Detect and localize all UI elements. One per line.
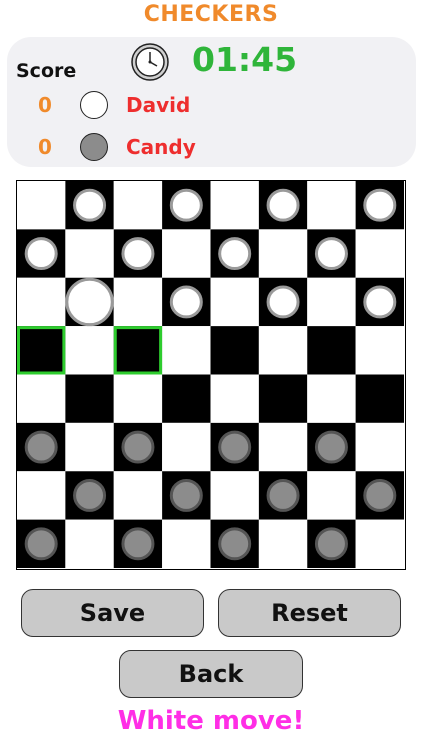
board-square[interactable]	[113, 471, 163, 520]
player-1-piece-icon	[80, 91, 108, 119]
board-square[interactable]	[210, 326, 259, 375]
score-label: Score	[16, 60, 77, 82]
player-2-score: 0	[38, 135, 52, 159]
board-square[interactable]	[113, 374, 163, 423]
board-square[interactable]	[355, 374, 404, 423]
board-square[interactable]	[210, 471, 259, 520]
white-piece[interactable]	[363, 285, 397, 319]
gray-piece[interactable]	[73, 478, 107, 512]
white-piece[interactable]	[266, 285, 300, 319]
selected-piece[interactable]	[65, 277, 114, 327]
white-piece[interactable]	[24, 237, 58, 271]
board-square[interactable]	[307, 326, 356, 375]
player-1-name: David	[126, 93, 191, 117]
board-square[interactable]	[162, 422, 211, 472]
reset-button[interactable]: Reset	[218, 589, 401, 637]
board-square[interactable]	[210, 181, 259, 230]
white-piece[interactable]	[266, 188, 300, 222]
gray-piece[interactable]	[266, 478, 300, 512]
board-square[interactable]	[17, 277, 66, 327]
gray-piece[interactable]	[121, 527, 155, 561]
board-square[interactable]	[162, 229, 211, 278]
gray-piece[interactable]	[363, 478, 397, 512]
white-piece[interactable]	[73, 188, 107, 222]
back-button[interactable]: Back	[119, 650, 303, 698]
board-square[interactable]	[113, 277, 163, 327]
gray-piece[interactable]	[314, 527, 348, 561]
white-piece[interactable]	[363, 188, 397, 222]
board-square[interactable]	[65, 519, 114, 568]
white-piece[interactable]	[218, 237, 252, 271]
turn-status: White move!	[117, 706, 305, 736]
board-square[interactable]	[258, 229, 308, 278]
game-timer: 01:45	[192, 40, 298, 79]
board-square[interactable]	[258, 374, 308, 423]
gray-piece[interactable]	[218, 527, 252, 561]
gray-piece[interactable]	[24, 527, 58, 561]
gray-piece[interactable]	[218, 430, 252, 464]
board-square[interactable]	[307, 471, 356, 520]
board-square[interactable]	[258, 326, 308, 375]
board-square[interactable]	[17, 471, 66, 520]
board-grid	[17, 181, 404, 568]
board-square[interactable]	[307, 181, 356, 230]
board-square[interactable]	[17, 374, 66, 423]
board-square[interactable]	[355, 519, 404, 568]
board-square[interactable]	[65, 326, 114, 375]
gray-piece[interactable]	[314, 430, 348, 464]
player-2-piece-icon	[80, 133, 108, 161]
player-1-score: 0	[38, 93, 52, 117]
board-square[interactable]	[65, 229, 114, 278]
board-square[interactable]	[355, 422, 404, 472]
save-button[interactable]: Save	[21, 589, 204, 637]
board-square[interactable]	[258, 519, 308, 568]
gray-piece[interactable]	[24, 430, 58, 464]
board-square[interactable]	[113, 181, 163, 230]
board-square[interactable]	[307, 277, 356, 327]
checkers-board	[16, 180, 406, 570]
white-piece[interactable]	[314, 237, 348, 271]
clock-icon	[131, 43, 169, 81]
board-square[interactable]	[162, 374, 211, 423]
board-square[interactable]	[17, 181, 66, 230]
game-title: CHECKERS	[143, 2, 279, 27]
board-square[interactable]	[307, 374, 356, 423]
board-square[interactable]	[17, 326, 66, 375]
board-square[interactable]	[113, 326, 163, 375]
gray-piece[interactable]	[169, 478, 203, 512]
board-square[interactable]	[65, 374, 114, 423]
board-square[interactable]	[210, 374, 259, 423]
white-piece[interactable]	[169, 285, 203, 319]
board-square[interactable]	[355, 229, 404, 278]
board-square[interactable]	[355, 326, 404, 375]
board-square[interactable]	[258, 422, 308, 472]
board-square[interactable]	[162, 326, 211, 375]
gray-piece[interactable]	[121, 430, 155, 464]
board-square[interactable]	[162, 519, 211, 568]
white-piece[interactable]	[169, 188, 203, 222]
board-square[interactable]	[210, 277, 259, 327]
white-piece[interactable]	[121, 237, 155, 271]
player-2-name: Candy	[126, 135, 196, 159]
board-square[interactable]	[65, 422, 114, 472]
